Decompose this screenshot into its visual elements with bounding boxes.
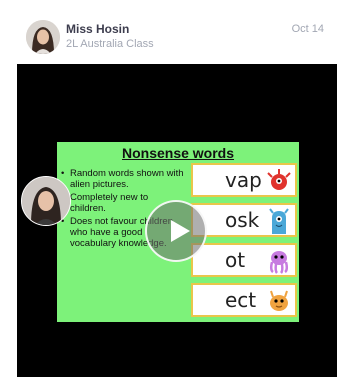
play-button[interactable] (145, 200, 207, 262)
word-text: ect (225, 288, 257, 312)
orange-alien-icon (270, 290, 288, 311)
word-text: ot (225, 248, 246, 272)
word-card: ot (191, 243, 297, 277)
blue-alien-icon (269, 208, 289, 234)
word-card: vap (191, 163, 297, 197)
word-text: osk (225, 208, 260, 232)
post-date: Oct 14 (291, 23, 324, 35)
class-name: 2L Australia Class (66, 38, 154, 50)
video-player[interactable]: Nonsense words Random words shown with a… (17, 64, 337, 377)
post-card: Miss Hosin 2L Australia Class Oct 14 Non… (16, 8, 338, 378)
author-avatar[interactable] (26, 20, 60, 54)
slide-title: Nonsense words (121, 145, 235, 161)
avatar-portrait-icon (26, 20, 60, 54)
purple-octopus-alien-icon (269, 251, 289, 274)
presenter-webcam (21, 176, 71, 226)
play-icon (171, 220, 190, 242)
word-card: ect (191, 283, 297, 317)
author-name[interactable]: Miss Hosin (66, 22, 129, 36)
post-header: Miss Hosin 2L Australia Class Oct 14 (16, 8, 338, 64)
slide-bullet: Random words shown with alien pictures. (61, 168, 185, 190)
red-alien-icon (267, 169, 291, 190)
presenter-portrait-icon (22, 177, 70, 225)
word-text: vap (225, 168, 262, 192)
